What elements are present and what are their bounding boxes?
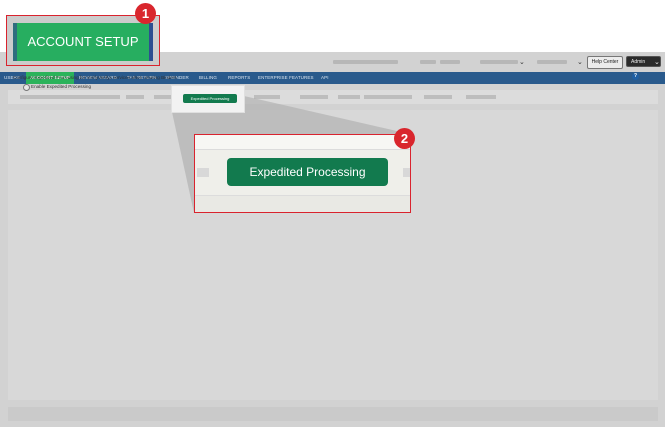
placeholder-block [197, 168, 209, 177]
expedited-processing-tab-zoomed[interactable]: Expedited Processing [227, 158, 388, 186]
callout-badge-1: 1 [135, 3, 156, 24]
expedited-processing-tab-small[interactable]: Expedited Processing [183, 94, 237, 103]
callout-badge-2: 2 [394, 128, 415, 149]
callout-account-setup: ACCOUNT SETUP [6, 15, 160, 66]
subnav-active-item[interactable]: Expedited Processing [172, 86, 244, 112]
account-setup-tab-zoomed[interactable]: ACCOUNT SETUP [13, 23, 153, 61]
callout-strip [195, 195, 410, 212]
callout-strip [195, 135, 410, 150]
placeholder-block [403, 168, 410, 177]
callout-expedited-processing: Expedited Processing [194, 134, 411, 213]
